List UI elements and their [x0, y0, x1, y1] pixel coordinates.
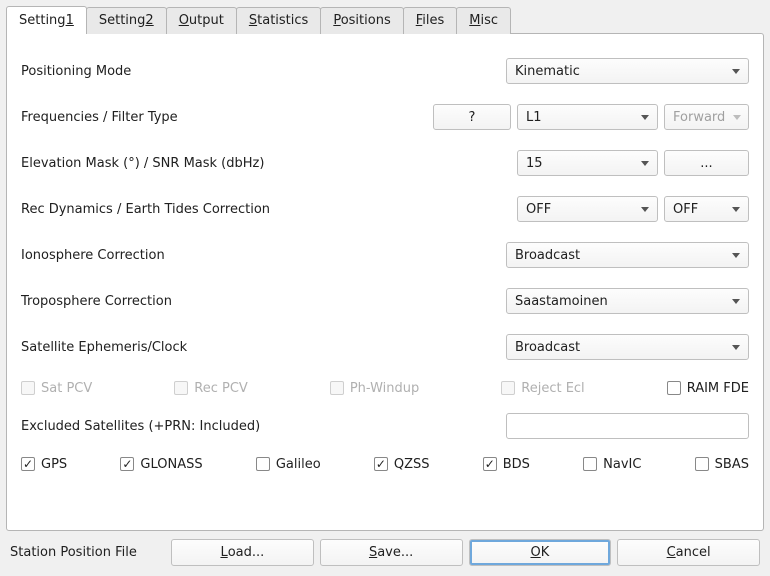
chevron-down-icon — [732, 207, 740, 212]
check-navic[interactable]: NavIC — [583, 457, 641, 472]
tab-misc[interactable]: Misc — [456, 7, 511, 34]
check-sat-pcv: Sat PCV — [21, 381, 92, 396]
select-ephemeris[interactable]: Broadcast — [506, 334, 749, 360]
select-positioning-mode[interactable]: Kinematic — [506, 58, 749, 84]
chevron-down-icon — [641, 207, 649, 212]
chevron-down-icon — [732, 253, 740, 258]
check-galileo[interactable]: Galileo — [256, 457, 321, 472]
chevron-down-icon — [732, 69, 740, 74]
select-elevation-mask[interactable]: 15 — [517, 150, 658, 176]
chevron-down-icon — [641, 115, 649, 120]
label-troposphere: Troposphere Correction — [21, 294, 506, 309]
label-ionosphere: Ionosphere Correction — [21, 248, 506, 263]
footer: Station Position File Load... Save... OK… — [0, 531, 770, 576]
tab-output[interactable]: Output — [166, 7, 237, 34]
select-earth-tides[interactable]: OFF — [664, 196, 749, 222]
ok-button[interactable]: OK — [469, 539, 612, 566]
save-button[interactable]: Save... — [320, 539, 463, 566]
chevron-down-icon — [732, 345, 740, 350]
chevron-down-icon — [641, 161, 649, 166]
tab-bar: Setting1 Setting2 Output Statistics Posi… — [0, 0, 770, 34]
check-rec-pcv: Rec PCV — [174, 381, 248, 396]
label-recdyn-earth: Rec Dynamics / Earth Tides Correction — [21, 202, 517, 217]
select-troposphere[interactable]: Saastamoinen — [506, 288, 749, 314]
check-gps[interactable]: GPS — [21, 457, 67, 472]
check-ph-windup: Ph-Windup — [330, 381, 419, 396]
check-qzss[interactable]: QZSS — [374, 457, 430, 472]
chevron-down-icon — [733, 115, 741, 120]
check-reject-ecl: Reject Ecl — [501, 381, 584, 396]
label-positioning-mode: Positioning Mode — [21, 64, 506, 79]
select-filter-type: Forward — [664, 104, 749, 130]
select-frequencies[interactable]: L1 — [517, 104, 658, 130]
tab-statistics[interactable]: Statistics — [236, 7, 321, 34]
tab-positions[interactable]: Positions — [320, 7, 403, 34]
label-elev-snr: Elevation Mask (°) / SNR Mask (dbHz) — [21, 156, 517, 171]
tab-setting2[interactable]: Setting2 — [86, 7, 167, 34]
check-raim-fde[interactable]: RAIM FDE — [667, 381, 749, 396]
label-excluded-sats: Excluded Satellites (+PRN: Included) — [21, 419, 506, 434]
help-freq-button[interactable]: ? — [433, 104, 511, 130]
check-sbas[interactable]: SBAS — [695, 457, 749, 472]
check-bds[interactable]: BDS — [483, 457, 530, 472]
cancel-button[interactable]: Cancel — [617, 539, 760, 566]
label-freq-filter: Frequencies / Filter Type — [21, 110, 433, 125]
tab-files[interactable]: Files — [403, 7, 458, 34]
panel-setting1: Positioning Mode Kinematic Frequencies /… — [6, 33, 764, 531]
load-button[interactable]: Load... — [171, 539, 314, 566]
label-ephemeris: Satellite Ephemeris/Clock — [21, 340, 506, 355]
input-excluded-sats[interactable] — [506, 413, 749, 439]
select-rec-dynamics[interactable]: OFF — [517, 196, 658, 222]
check-glonass[interactable]: GLONASS — [120, 457, 202, 472]
chevron-down-icon — [732, 299, 740, 304]
tab-setting1[interactable]: Setting1 — [6, 6, 87, 34]
select-ionosphere[interactable]: Broadcast — [506, 242, 749, 268]
label-station-position-file: Station Position File — [10, 545, 165, 560]
snr-mask-button[interactable]: ... — [664, 150, 749, 176]
